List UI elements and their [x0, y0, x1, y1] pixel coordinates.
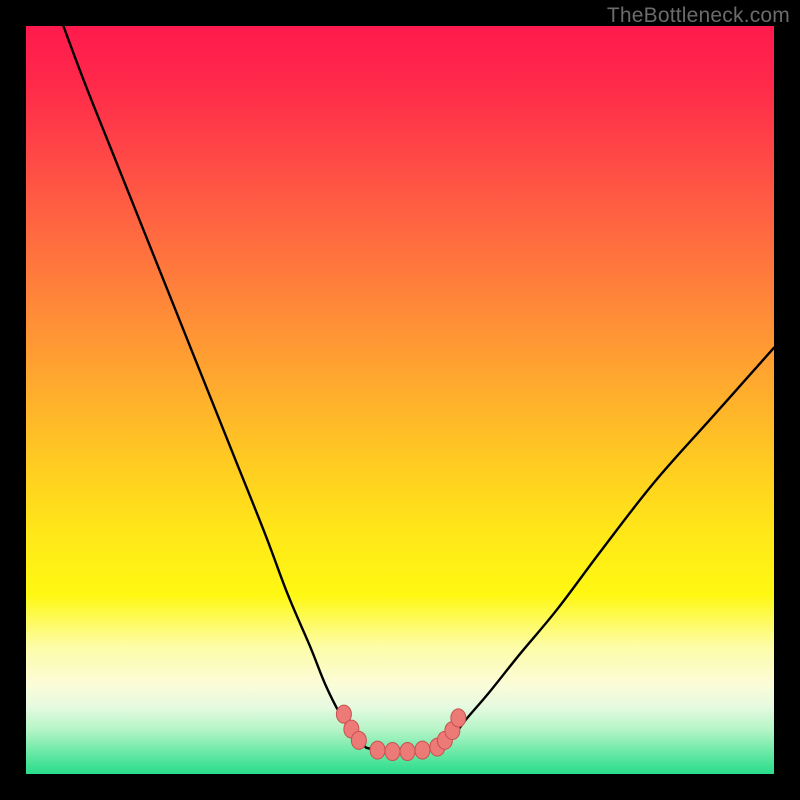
left-curve — [63, 26, 366, 748]
right-curve — [437, 348, 774, 748]
data-marker — [451, 709, 466, 727]
data-marker — [400, 743, 415, 761]
chart-svg — [26, 26, 774, 774]
data-marker — [415, 741, 430, 759]
chart-frame: TheBottleneck.com — [0, 0, 800, 800]
data-marker — [370, 741, 385, 759]
plot-area — [26, 26, 774, 774]
data-markers — [336, 705, 465, 760]
watermark-text: TheBottleneck.com — [607, 4, 790, 28]
data-marker — [351, 731, 366, 749]
data-marker — [385, 743, 400, 761]
